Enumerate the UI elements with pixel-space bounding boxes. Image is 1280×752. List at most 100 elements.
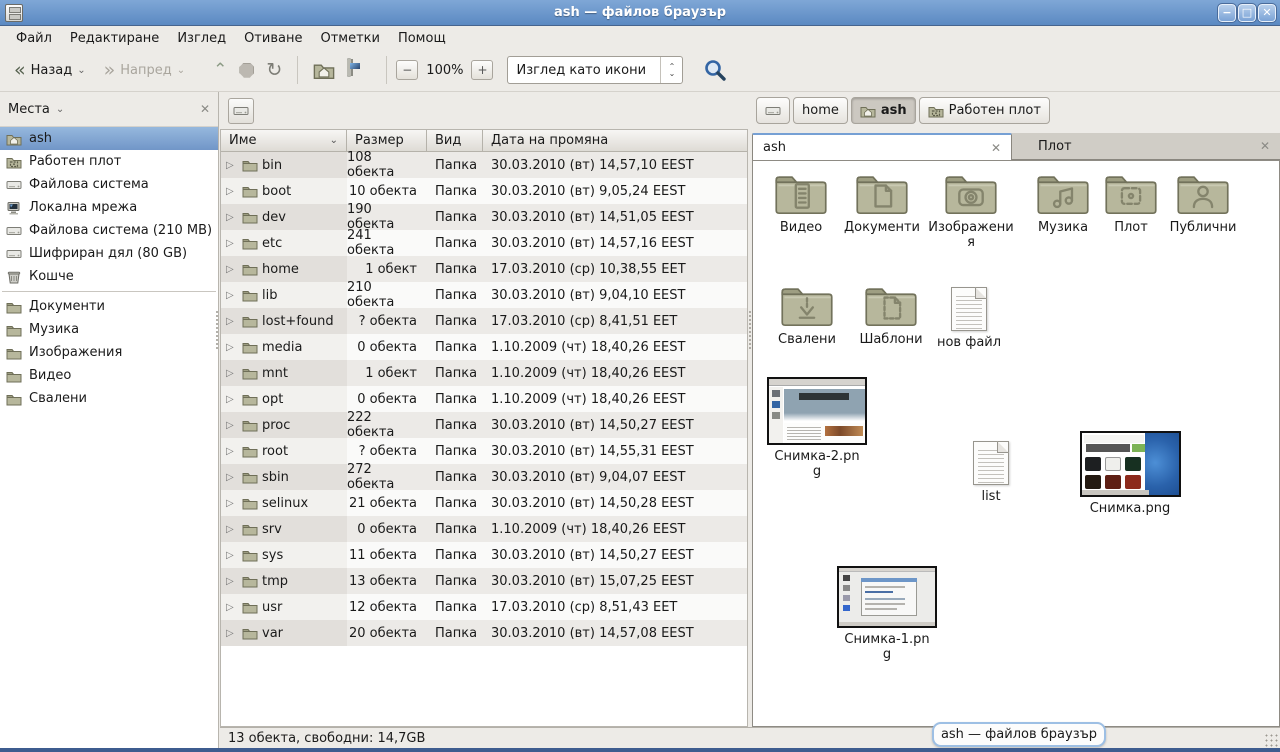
expander-icon[interactable]: ▷: [226, 264, 238, 275]
breadcrumb-home[interactable]: home: [793, 97, 848, 124]
file-item-snimka1[interactable]: Снимка-1.png: [841, 566, 933, 662]
menu-item-1[interactable]: Редактиране: [62, 29, 167, 48]
zoom-out-button[interactable]: −: [396, 60, 418, 80]
file-item-video[interactable]: Видео: [755, 171, 847, 235]
sidebar-pane-select[interactable]: Места ⌄: [8, 102, 200, 117]
breadcrumb-desktop[interactable]: Работен плот: [919, 97, 1050, 124]
expander-icon[interactable]: ▷: [226, 186, 238, 197]
table-row[interactable]: ▷opt0 обектаПапка1.10.2009 (чт) 18,40,26…: [221, 386, 747, 412]
expander-icon[interactable]: ▷: [226, 394, 238, 405]
computer-button[interactable]: [341, 56, 377, 84]
expander-icon[interactable]: ▷: [226, 316, 238, 327]
menu-item-2[interactable]: Изглед: [169, 29, 234, 48]
table-row[interactable]: ▷boot10 обектаПапка30.03.2010 (вт) 9,05,…: [221, 178, 747, 204]
column-header-type[interactable]: Вид: [427, 130, 483, 152]
table-row[interactable]: ▷tmp13 обектаПапка30.03.2010 (вт) 15,07,…: [221, 568, 747, 594]
expander-icon[interactable]: ▷: [226, 238, 238, 249]
expander-icon[interactable]: ▷: [226, 212, 238, 223]
file-item-newfile[interactable]: нов файл: [923, 287, 1015, 350]
table-row[interactable]: ▷mnt1 обектПапка1.10.2009 (чт) 18,40,26 …: [221, 360, 747, 386]
close-button[interactable]: ✕: [1258, 4, 1276, 22]
up-button[interactable]: ⌃: [207, 58, 233, 83]
sidebar-item-ash[interactable]: ash: [0, 127, 218, 150]
table-row[interactable]: ▷srv0 обектаПапка1.10.2009 (чт) 18,40,26…: [221, 516, 747, 542]
menu-item-3[interactable]: Отиване: [236, 29, 310, 48]
expander-icon[interactable]: ▷: [226, 602, 238, 613]
reload-button[interactable]: ↻: [260, 58, 288, 83]
sidebar-item-Файлова система[interactable]: Файлова система: [0, 173, 218, 196]
maximize-button[interactable]: □: [1238, 4, 1256, 22]
file-item-snimka2[interactable]: Снимка-2.png: [771, 377, 863, 479]
table-row[interactable]: ▷dev190 обектаПапка30.03.2010 (вт) 14,51…: [221, 204, 747, 230]
expander-icon[interactable]: ▷: [226, 446, 238, 457]
expander-icon[interactable]: ▷: [226, 628, 238, 639]
breadcrumb-root[interactable]: [756, 97, 790, 124]
sidebar-item-Шифриран дял (80 GB)[interactable]: Шифриран дял (80 GB): [0, 242, 218, 265]
taskbar-tooltip[interactable]: ash — файлов браузър: [932, 722, 1106, 747]
file-item-documents[interactable]: Документи: [836, 171, 928, 235]
table-row[interactable]: ▷selinux21 обектаПапка30.03.2010 (вт) 14…: [221, 490, 747, 516]
tab-Плот[interactable]: Плот✕: [1012, 133, 1280, 160]
table-row[interactable]: ▷sys11 обектаПапка30.03.2010 (вт) 14,50,…: [221, 542, 747, 568]
expander-icon[interactable]: ▷: [226, 290, 238, 301]
menu-item-5[interactable]: Помощ: [390, 29, 454, 48]
table-row[interactable]: ▷bin108 обектаПапка30.03.2010 (вт) 14,57…: [221, 152, 747, 178]
sidebar-item-Свалени[interactable]: Свалени: [0, 387, 218, 410]
column-header-name[interactable]: Име ⌄: [221, 130, 347, 152]
table-row[interactable]: ▷root? обектаПапка30.03.2010 (вт) 14,55,…: [221, 438, 747, 464]
sidebar-item-Кошче[interactable]: Кошче: [0, 265, 218, 288]
tree-root-button[interactable]: [228, 98, 254, 124]
table-row[interactable]: ▷sbin272 обектаПапка30.03.2010 (вт) 9,04…: [221, 464, 747, 490]
sidebar-item-Музика[interactable]: Музика: [0, 318, 218, 341]
table-row[interactable]: ▷usr12 обектаПапка17.03.2010 (ср) 8,51,4…: [221, 594, 747, 620]
expander-icon[interactable]: ▷: [226, 160, 238, 171]
view-mode-spinner[interactable]: ⌃⌄: [660, 57, 682, 83]
sidebar-item-Изображения[interactable]: Изображения: [0, 341, 218, 364]
forward-button[interactable]: » Напред ⌄: [98, 58, 192, 83]
table-row[interactable]: ▷home1 обектПапка17.03.2010 (ср) 10,38,5…: [221, 256, 747, 282]
column-header-date[interactable]: Дата на промяна: [483, 130, 747, 152]
tab-close-icon[interactable]: ✕: [991, 141, 1001, 155]
title-bar[interactable]: ash — файлов браузър − □ ✕: [0, 0, 1280, 26]
table-row[interactable]: ▷lost+found? обектаПапка17.03.2010 (ср) …: [221, 308, 747, 334]
sidebar-item-Документи[interactable]: Документи: [0, 295, 218, 318]
sidebar-item-Работен плот[interactable]: Работен плот: [0, 150, 218, 173]
expander-icon[interactable]: ▷: [226, 368, 238, 379]
table-row[interactable]: ▷media0 обектаПапка1.10.2009 (чт) 18,40,…: [221, 334, 747, 360]
home-button[interactable]: [307, 55, 341, 85]
file-item-pictures[interactable]: Изображения: [925, 171, 1017, 250]
search-button[interactable]: [697, 54, 733, 86]
stop-button[interactable]: [233, 59, 260, 82]
pane-resize-handle[interactable]: [215, 310, 219, 350]
menu-item-0[interactable]: Файл: [8, 29, 60, 48]
expander-icon[interactable]: ▷: [226, 420, 238, 431]
view-mode-select[interactable]: Изглед като икони ⌃⌄: [507, 56, 683, 84]
sidebar-item-Файлова система (210 MB)[interactable]: Файлова система (210 MB): [0, 219, 218, 242]
expander-icon[interactable]: ▷: [226, 472, 238, 483]
expander-icon[interactable]: ▷: [226, 498, 238, 509]
tab-close-icon[interactable]: ✕: [1260, 139, 1270, 153]
expander-icon[interactable]: ▷: [226, 576, 238, 587]
file-item-public[interactable]: Публични: [1157, 171, 1249, 235]
icon-view[interactable]: ВидеоДокументиИзображенияМузикаПлотПубли…: [752, 160, 1280, 727]
table-row[interactable]: ▷proc222 обектаПапка30.03.2010 (вт) 14,5…: [221, 412, 747, 438]
file-item-downloads[interactable]: Свалени: [761, 283, 853, 347]
sidebar-item-Видео[interactable]: Видео: [0, 364, 218, 387]
table-row[interactable]: ▷etc241 обектаПапка30.03.2010 (вт) 14,57…: [221, 230, 747, 256]
table-row[interactable]: ▷var20 обектаПапка30.03.2010 (вт) 14,57,…: [221, 620, 747, 646]
menu-item-4[interactable]: Отметки: [312, 29, 387, 48]
back-dropdown-icon[interactable]: ⌄: [77, 65, 85, 76]
minimize-button[interactable]: −: [1218, 4, 1236, 22]
breadcrumb-ash[interactable]: ash: [851, 97, 916, 124]
sidebar-item-Локална мрежа[interactable]: Локална мрежа: [0, 196, 218, 219]
file-item-snimka[interactable]: Снимка.png: [1084, 431, 1176, 516]
resize-grip[interactable]: [1264, 733, 1278, 747]
sidebar-close-icon[interactable]: ✕: [200, 102, 210, 116]
zoom-in-button[interactable]: +: [471, 60, 493, 80]
tab-ash[interactable]: ash✕: [752, 133, 1012, 160]
back-button[interactable]: « Назад ⌄: [8, 58, 92, 83]
table-row[interactable]: ▷lib210 обектаПапка30.03.2010 (вт) 9,04,…: [221, 282, 747, 308]
file-item-list[interactable]: list: [945, 441, 1037, 504]
expander-icon[interactable]: ▷: [226, 550, 238, 561]
expander-icon[interactable]: ▷: [226, 342, 238, 353]
